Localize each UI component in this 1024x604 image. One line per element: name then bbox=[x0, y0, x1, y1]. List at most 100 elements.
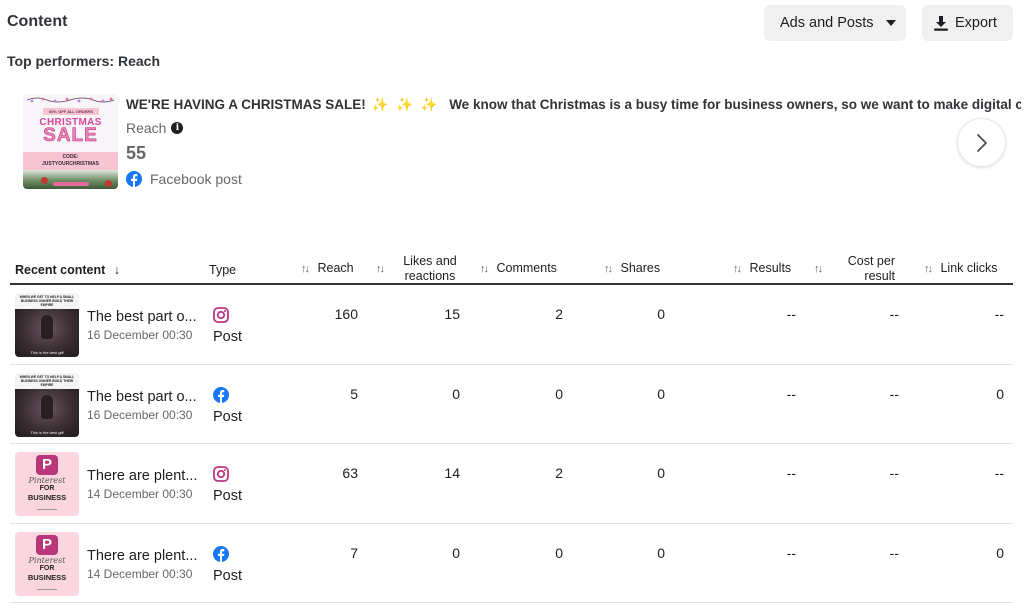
cell-reach: 7 bbox=[350, 544, 358, 561]
meme-caption: WHEN WE GET TO HELP A SMALL BUSINESS OWN… bbox=[19, 295, 75, 307]
facebook-icon bbox=[213, 386, 229, 403]
sort-icon: ↑↓ bbox=[924, 263, 933, 275]
post-thumbnail[interactable]: P Pinterest FOR BUSINESS bbox=[15, 531, 79, 596]
platform-icon bbox=[213, 545, 229, 567]
column-header-type: Type bbox=[209, 263, 237, 277]
table-row[interactable]: P Pinterest FOR BUSINESS There are plent...… bbox=[10, 524, 1013, 603]
column-header-comments[interactable]: ↑↓ Comments bbox=[480, 261, 557, 277]
header-label-line2: result bbox=[864, 269, 895, 283]
facebook-icon bbox=[213, 545, 229, 562]
column-header-recent-content[interactable]: Recent content ↓ bbox=[15, 263, 120, 278]
post-title[interactable]: There are plent... bbox=[87, 548, 197, 564]
export-button[interactable]: Export bbox=[922, 5, 1013, 41]
column-header-reach[interactable]: ↑↓ Reach bbox=[301, 261, 354, 277]
cell-comments: 0 bbox=[555, 385, 563, 402]
cell-likes: 14 bbox=[444, 465, 460, 481]
column-header-cost[interactable]: Cost per result bbox=[832, 254, 895, 284]
next-performer-button[interactable] bbox=[957, 118, 1006, 167]
metric-label-text: Reach bbox=[126, 120, 167, 136]
platform-icon bbox=[213, 466, 229, 487]
code-banner: CODE: JUSTYOURCHRISTMAS bbox=[23, 152, 118, 170]
column-header-link-clicks[interactable]: ↑↓ Link clicks bbox=[924, 261, 997, 277]
post-title[interactable]: The best part o... bbox=[87, 309, 197, 325]
column-header-cost-sort[interactable]: ↑↓ bbox=[814, 261, 823, 277]
pinterest-icon: P bbox=[36, 455, 58, 475]
platform-icon bbox=[213, 307, 229, 328]
ornament-icon bbox=[105, 180, 112, 187]
top-post-caption[interactable]: WE'RE HAVING A CHRISTMAS SALE! ✨ ✨ ✨ We … bbox=[126, 97, 1021, 113]
meme-person bbox=[41, 315, 53, 339]
cell-results: -- bbox=[786, 544, 796, 561]
sort-icon: ↑↓ bbox=[480, 263, 489, 275]
post-type: Post bbox=[213, 408, 243, 425]
table-row[interactable]: WHEN WE GET TO HELP A SMALL BUSINESS OWN… bbox=[10, 285, 1013, 365]
cell-shares: 0 bbox=[657, 385, 665, 402]
sort-icon: ↑↓ bbox=[604, 263, 613, 275]
pinterest-script-text: Pinterest bbox=[28, 555, 66, 565]
top-post-metric-value: 55 bbox=[126, 143, 147, 163]
code-label: CODE: bbox=[62, 154, 79, 160]
ads-and-posts-dropdown[interactable]: Ads and Posts bbox=[764, 5, 906, 41]
top-post-thumbnail[interactable]: 60% OFF ALL ORDERS CHRISTMAS SALE CODE: … bbox=[23, 94, 118, 189]
column-header-likes[interactable]: Likes and reactions bbox=[400, 254, 460, 284]
header-label: Shares bbox=[620, 261, 661, 275]
caret-down-icon bbox=[885, 20, 896, 26]
sparkles-icon: ✨ ✨ ✨ bbox=[371, 97, 440, 112]
cell-reach: 5 bbox=[350, 385, 358, 402]
meme-caption: WHEN WE GET TO HELP A SMALL BUSINESS OWN… bbox=[19, 374, 75, 387]
cell-comments: 2 bbox=[555, 306, 563, 322]
caption-rest: We know that Christmas is a busy time fo… bbox=[449, 97, 1021, 112]
export-label: Export bbox=[955, 15, 997, 31]
header-label: Results bbox=[749, 261, 792, 275]
cell-cost-per-result: -- bbox=[889, 465, 899, 481]
meme-subtitle: This is the best gift bbox=[30, 429, 64, 435]
cell-cost-per-result: -- bbox=[889, 544, 899, 561]
cell-shares: 0 bbox=[657, 306, 665, 322]
sort-icon: ↑↓ bbox=[301, 263, 310, 275]
sort-icon: ↑↓ bbox=[733, 263, 742, 275]
instagram-icon bbox=[213, 466, 229, 482]
thumb-footer bbox=[37, 588, 57, 590]
meme-subtitle: This is the best gift bbox=[30, 350, 64, 355]
post-date: 14 December 00:30 bbox=[87, 566, 193, 581]
table-row[interactable]: WHEN WE GET TO HELP A SMALL BUSINESS OWN… bbox=[10, 365, 1013, 444]
header-label: Recent content bbox=[15, 263, 106, 277]
sale-text: SALE bbox=[43, 125, 98, 147]
column-header-shares[interactable]: ↑↓ Shares bbox=[604, 261, 660, 277]
header-label-line1: Cost per bbox=[847, 254, 895, 268]
column-header-results[interactable]: ↑↓ Results bbox=[733, 261, 791, 277]
post-thumbnail[interactable]: WHEN WE GET TO HELP A SMALL BUSINESS OWN… bbox=[15, 372, 79, 437]
post-title[interactable]: There are plent... bbox=[87, 468, 197, 484]
header-label-line1: Likes and bbox=[403, 254, 457, 268]
sort-desc-icon: ↓ bbox=[113, 263, 121, 277]
cell-link-clicks: 0 bbox=[996, 544, 1004, 561]
thumb-line1: FOR bbox=[39, 564, 55, 572]
column-header-likes-sort[interactable]: ↑↓ bbox=[376, 261, 385, 277]
post-thumbnail[interactable]: P Pinterest FOR BUSINESS bbox=[15, 452, 79, 516]
sort-icon: ↑↓ bbox=[376, 263, 385, 275]
cell-likes: 0 bbox=[452, 385, 460, 402]
top-post-metric-label: Reach i bbox=[126, 120, 184, 136]
post-type: Post bbox=[213, 567, 243, 584]
header-label-line2: reactions bbox=[404, 269, 456, 283]
post-date: 14 December 00:30 bbox=[87, 487, 193, 501]
post-title[interactable]: The best part o... bbox=[87, 389, 197, 405]
table-header: Recent content ↓ Type ↑↓ Reach ↑↓ Likes … bbox=[10, 249, 1013, 285]
header-label: Link clicks bbox=[940, 261, 998, 275]
top-post-type: Facebook post bbox=[126, 171, 242, 187]
pinterest-icon: P bbox=[36, 534, 58, 555]
cell-likes: 0 bbox=[452, 544, 460, 561]
thumb-line2: BUSINESS bbox=[27, 493, 67, 502]
info-icon[interactable]: i bbox=[171, 122, 184, 134]
cell-shares: 0 bbox=[657, 465, 665, 481]
cell-cost-per-result: -- bbox=[889, 385, 899, 402]
cell-reach: 63 bbox=[342, 465, 358, 481]
header-label: Comments bbox=[496, 261, 557, 275]
cell-reach: 160 bbox=[334, 306, 358, 322]
sort-icon: ↑↓ bbox=[814, 263, 823, 275]
cell-results: -- bbox=[786, 465, 796, 481]
facebook-icon bbox=[126, 171, 142, 187]
post-thumbnail[interactable]: WHEN WE GET TO HELP A SMALL BUSINESS OWN… bbox=[15, 293, 79, 357]
table-row[interactable]: P Pinterest FOR BUSINESS There are plent...… bbox=[10, 444, 1013, 524]
cell-shares: 0 bbox=[657, 544, 665, 561]
